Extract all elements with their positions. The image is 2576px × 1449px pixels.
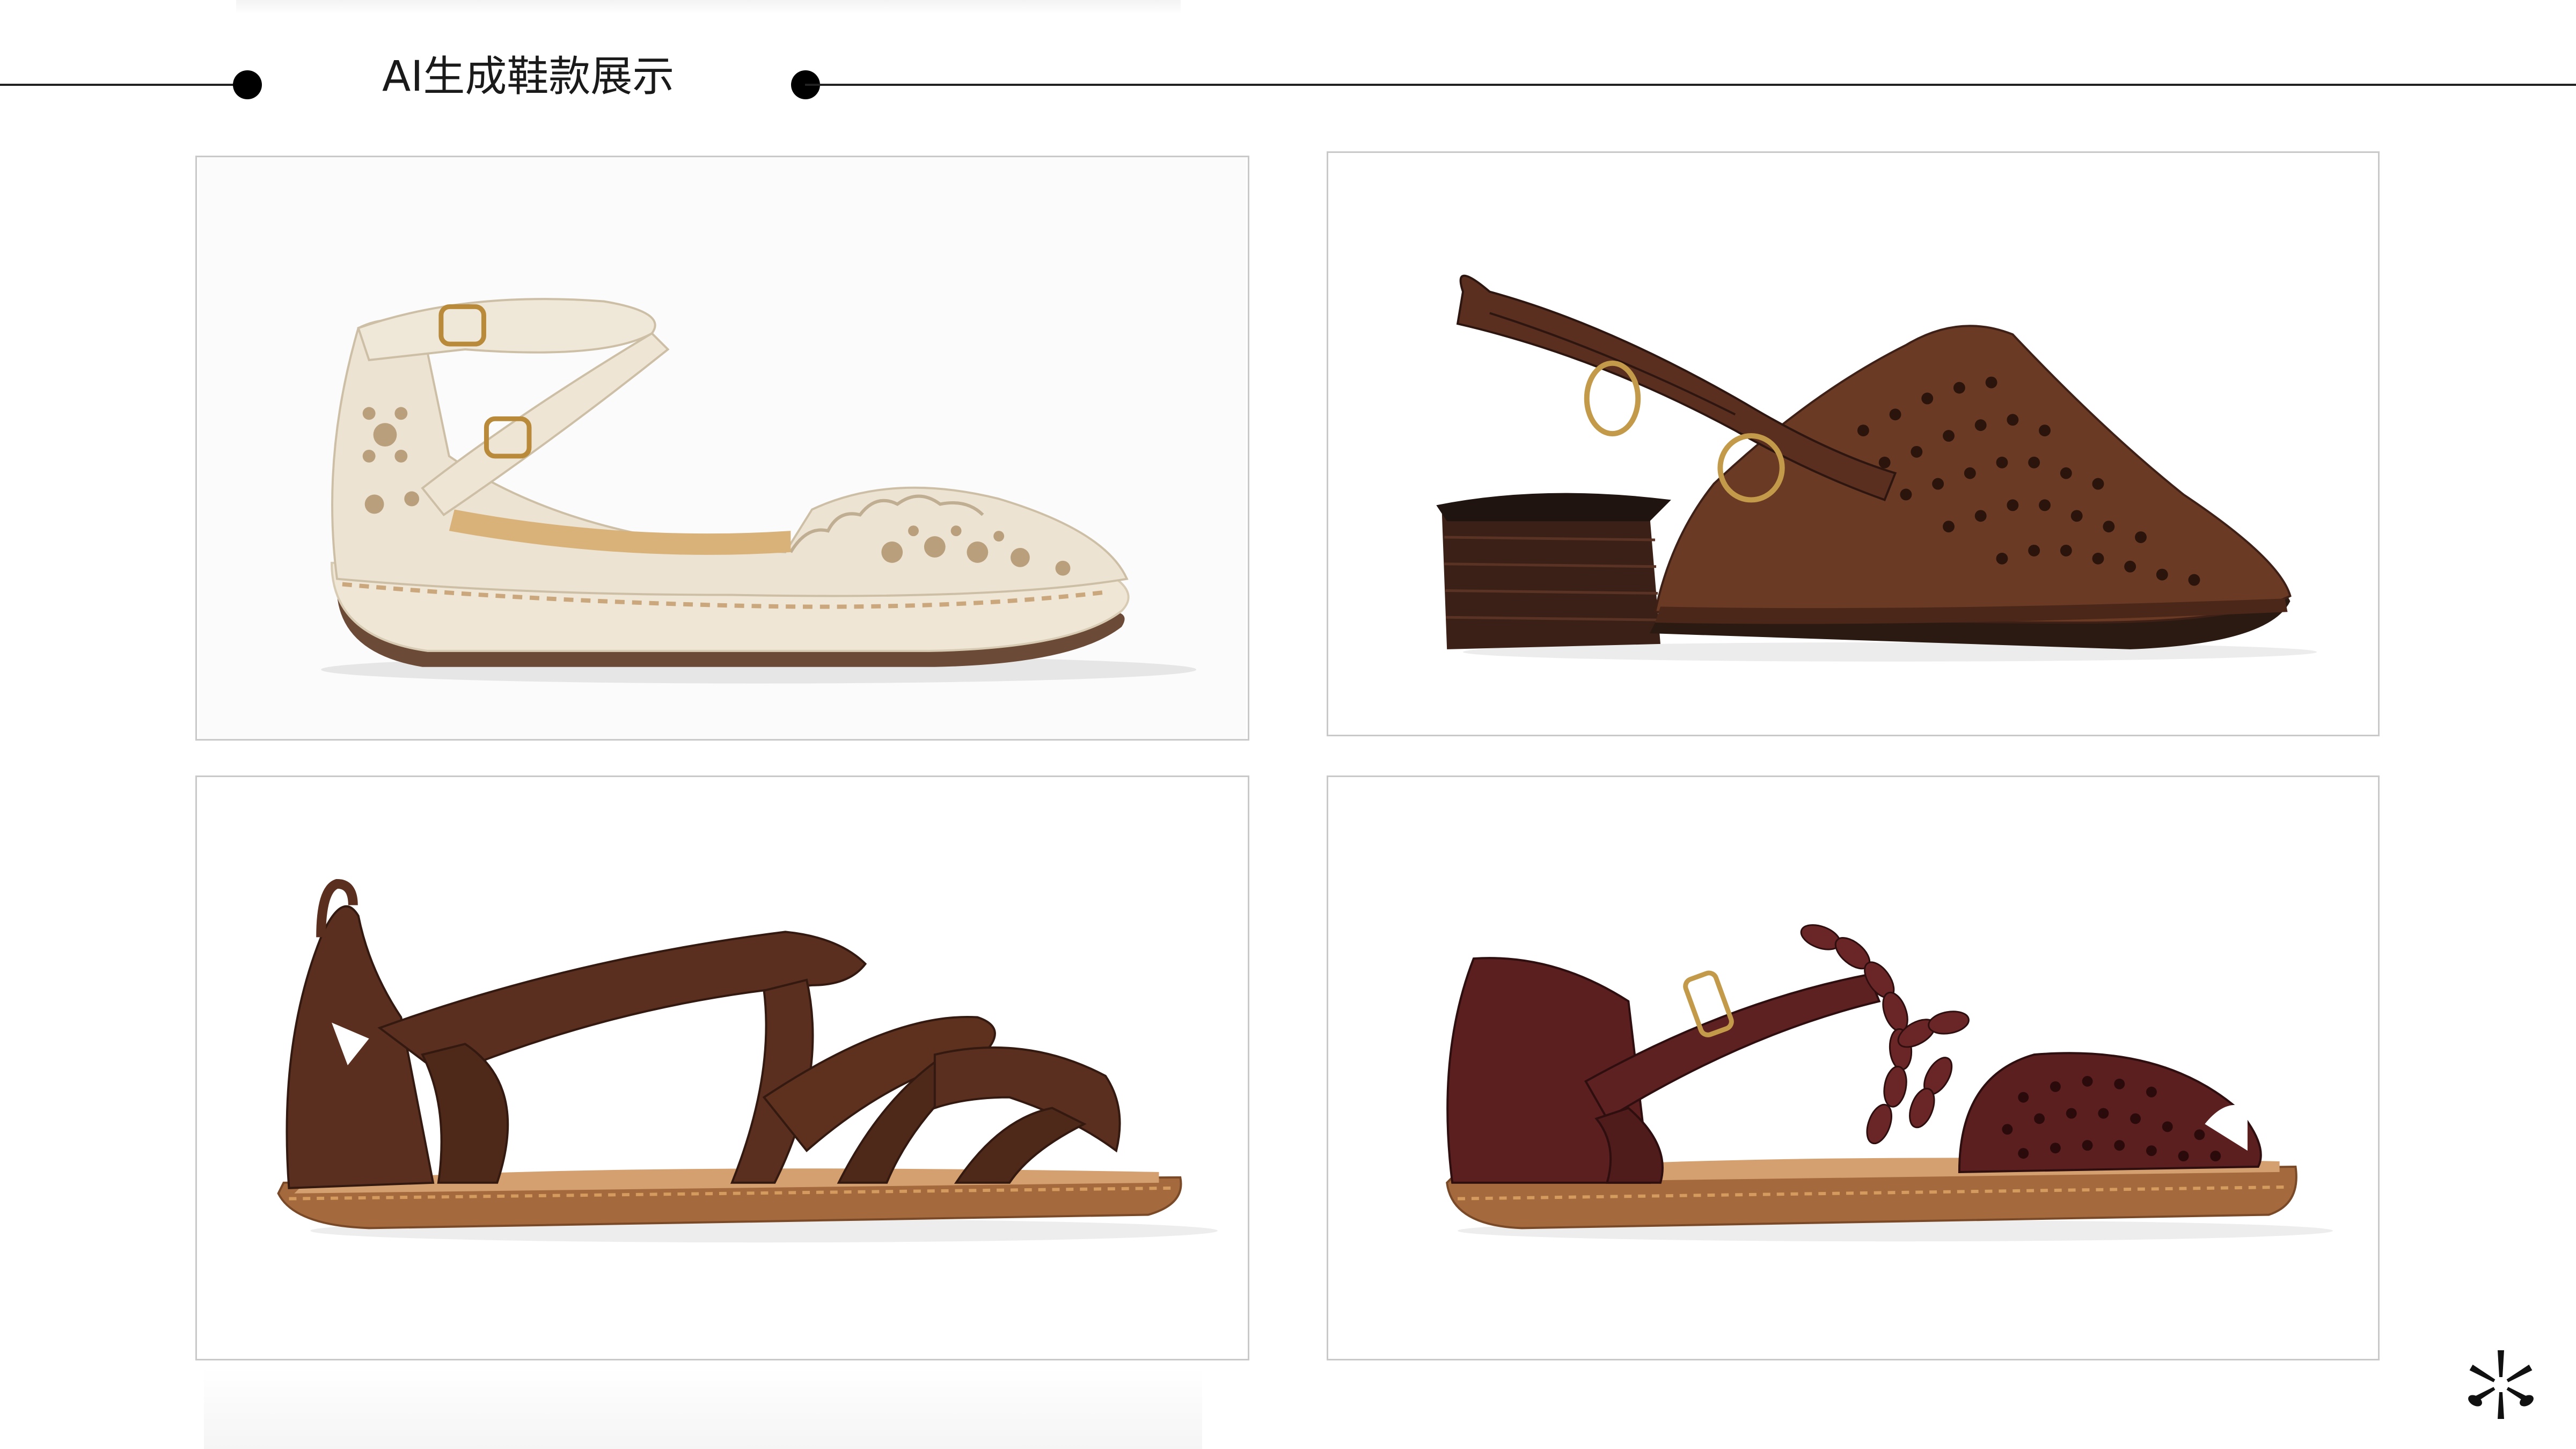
page-title: AI生成鞋款展示 (382, 53, 675, 101)
header-rule-left (0, 84, 247, 86)
cream-perforated-ankle-strap-flat-image (198, 157, 1247, 739)
faded-top-strip (236, 0, 1181, 14)
shoe-image-frame-2 (1327, 151, 2380, 736)
faded-bottom-strip (204, 1367, 1202, 1449)
shoe-image-frame-4 (1327, 775, 2380, 1360)
starburst-logo-icon (2468, 1350, 2534, 1419)
burgundy-braided-strap-fisherman-sandal-image (1329, 777, 2377, 1359)
brown-woven-strap-fisherman-sandal-image (198, 777, 1247, 1359)
brown-perforated-slingback-mule-image (1329, 153, 2377, 735)
header-dot-left (233, 70, 262, 99)
shoe-image-frame-3 (195, 775, 1249, 1360)
header-rule-right (805, 84, 2576, 86)
shoe-image-frame-1 (195, 156, 1249, 741)
